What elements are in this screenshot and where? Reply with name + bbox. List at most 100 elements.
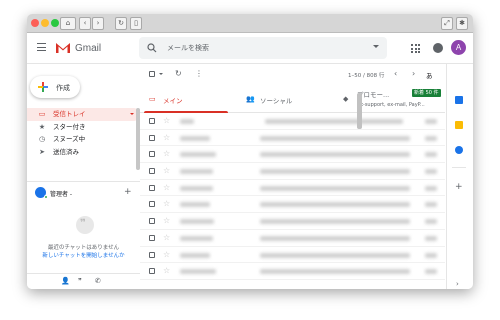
sidebar-item-starred[interactable]: ★ スター付き xyxy=(27,121,140,134)
main-menu-icon[interactable] xyxy=(37,43,46,51)
forward-icon[interactable]: › xyxy=(92,17,104,30)
apps-grid-icon[interactable] xyxy=(411,44,420,53)
sidebar-item-sent[interactable]: ➤ 送信済み xyxy=(27,146,140,159)
sender-redacted xyxy=(180,269,216,275)
table-row[interactable]: ☆ xyxy=(140,196,445,214)
select-all-checkbox[interactable] xyxy=(149,71,155,77)
tab-social[interactable]: 👥 ソーシャル xyxy=(237,85,332,113)
table-row[interactable]: ☆ xyxy=(140,213,445,230)
subject-redacted xyxy=(260,202,410,208)
sidebar-item-inbox[interactable]: ▭ 受信トレイ xyxy=(27,108,140,121)
row-checkbox[interactable] xyxy=(149,251,155,258)
subject-redacted xyxy=(260,252,410,258)
star-icon[interactable]: ☆ xyxy=(163,233,170,242)
hangouts-tab-icon[interactable]: ❞ xyxy=(78,277,82,285)
tab-promotions[interactable]: ◆ プロモー... 新着 50 件 ax-support, ex-mail, P… xyxy=(334,85,459,113)
row-checkbox[interactable] xyxy=(149,151,155,158)
input-tools-button[interactable]: あ xyxy=(426,70,433,80)
category-tabs: ▭ メイン 👥 ソーシャル ◆ プロモー... 新着 50 件 ax-suppo… xyxy=(140,85,445,113)
table-row[interactable]: ☆ xyxy=(140,113,445,130)
star-icon[interactable]: ☆ xyxy=(163,183,170,192)
gmail-header: Gmail メールを検索 A xyxy=(27,33,473,64)
subject-redacted xyxy=(260,135,410,141)
row-checkbox[interactable] xyxy=(149,168,155,175)
hangouts-icon: ❞ xyxy=(76,216,94,234)
clock-icon: ◷ xyxy=(38,135,46,143)
inbox-icon: ▭ xyxy=(38,110,46,118)
chat-header: 管理者 - + xyxy=(27,181,140,201)
star-icon[interactable]: ☆ xyxy=(163,166,170,175)
date-redacted xyxy=(425,152,437,158)
subject-redacted xyxy=(260,185,410,191)
compose-label: 作成 xyxy=(56,84,70,92)
account-avatar[interactable]: A xyxy=(451,40,466,55)
tab-primary[interactable]: ▭ メイン xyxy=(140,85,232,113)
table-row[interactable]: ☆ xyxy=(140,247,445,264)
star-icon[interactable]: ☆ xyxy=(163,116,170,125)
date-redacted xyxy=(425,119,437,124)
expand-icon[interactable]: ⤢ xyxy=(441,17,453,30)
row-checkbox[interactable] xyxy=(149,218,155,225)
sender-redacted xyxy=(180,169,213,175)
more-options-icon[interactable]: ⋮ xyxy=(195,69,203,78)
brand-name: Gmail xyxy=(75,43,102,54)
minimize-window-button[interactable] xyxy=(41,19,49,27)
table-row[interactable]: ☆ xyxy=(140,146,445,164)
star-icon[interactable]: ☆ xyxy=(163,216,170,225)
sidebar-footer: 👤 ❞ ✆ xyxy=(27,273,140,289)
star-icon[interactable]: ☆ xyxy=(163,133,170,142)
keep-icon[interactable] xyxy=(455,121,463,129)
contacts-icon[interactable]: 👤 xyxy=(61,277,70,285)
star-icon[interactable]: ☆ xyxy=(163,199,170,208)
new-mail-badge: 新着 50 件 xyxy=(412,89,441,97)
search-options-icon[interactable] xyxy=(373,45,379,48)
table-row[interactable]: ☆ xyxy=(140,130,445,147)
row-checkbox[interactable] xyxy=(149,134,155,141)
row-checkbox[interactable] xyxy=(149,184,155,191)
previous-page-icon[interactable]: ‹ xyxy=(394,69,397,78)
search-icon xyxy=(147,43,157,53)
mobile-icon[interactable]: ▯ xyxy=(130,17,142,30)
tasks-icon[interactable] xyxy=(455,146,463,154)
sidebar-item-snoozed[interactable]: ◷ スヌーズ中 xyxy=(27,133,140,146)
add-addon-icon[interactable]: + xyxy=(455,182,463,192)
row-checkbox[interactable] xyxy=(149,118,155,124)
table-row[interactable]: ☆ xyxy=(140,230,445,247)
send-icon: ➤ xyxy=(39,147,45,156)
star-icon[interactable]: ☆ xyxy=(163,266,170,275)
settings-icon[interactable]: ✱ xyxy=(456,17,468,30)
table-row[interactable]: ☆ xyxy=(140,180,445,197)
star-icon[interactable]: ☆ xyxy=(163,250,170,259)
reload-icon[interactable]: ↻ xyxy=(115,17,127,30)
zoom-window-button[interactable] xyxy=(51,19,59,27)
subject-redacted xyxy=(265,119,403,124)
sidebar-item-label: 送信済み xyxy=(53,147,79,156)
notifications-icon[interactable] xyxy=(433,43,443,53)
back-icon[interactable]: ‹ xyxy=(79,17,91,30)
close-window-button[interactable] xyxy=(31,19,39,27)
table-row[interactable]: ☆ xyxy=(140,263,445,280)
calendar-icon[interactable] xyxy=(455,96,463,104)
row-checkbox[interactable] xyxy=(149,201,155,208)
date-redacted xyxy=(425,219,437,225)
next-page-icon[interactable]: › xyxy=(412,69,415,78)
chat-user-label[interactable]: 管理者 - xyxy=(50,189,72,198)
compose-button[interactable]: 作成 xyxy=(30,76,80,98)
row-checkbox[interactable] xyxy=(149,234,155,241)
select-options-icon[interactable] xyxy=(159,73,163,75)
star-icon[interactable]: ☆ xyxy=(163,149,170,158)
expand-panel-icon[interactable]: › xyxy=(456,280,459,288)
online-status-icon xyxy=(44,195,48,199)
chevron-down-icon[interactable] xyxy=(130,113,134,115)
home-icon[interactable]: ⌂ xyxy=(60,17,76,30)
new-chat-icon[interactable]: + xyxy=(124,187,132,197)
search-bar[interactable]: メールを検索 xyxy=(139,37,387,59)
table-row[interactable]: ☆ xyxy=(140,163,445,180)
search-placeholder: メールを検索 xyxy=(167,44,209,52)
phone-icon[interactable]: ✆ xyxy=(95,277,101,285)
start-chat-link[interactable]: 新しいチャットを開始しませんか xyxy=(27,252,140,260)
refresh-icon[interactable]: ↻ xyxy=(175,69,182,78)
date-redacted xyxy=(425,202,437,208)
row-checkbox[interactable] xyxy=(149,268,155,275)
mail-list-scrollbar[interactable] xyxy=(357,93,362,129)
